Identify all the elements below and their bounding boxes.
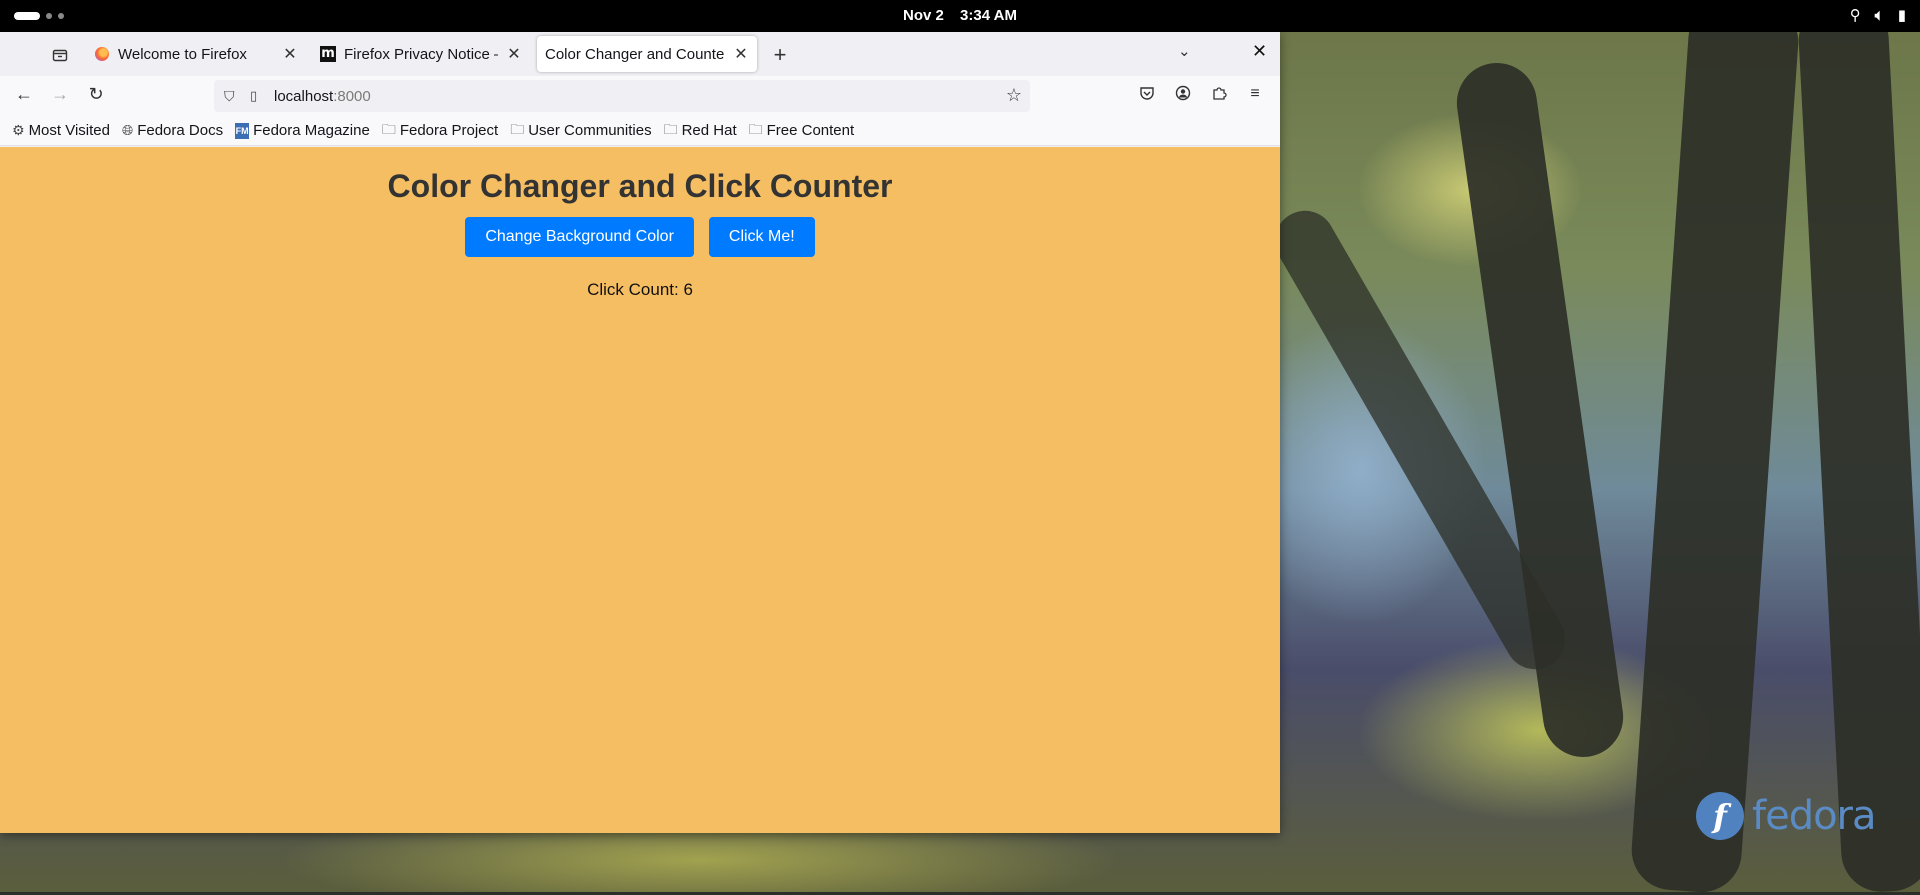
url-text[interactable]: localhost:8000 xyxy=(274,88,371,105)
globe-icon: 🌐︎ xyxy=(122,122,134,138)
change-background-color-button[interactable]: Change Background Color xyxy=(465,217,694,257)
fedora-f-icon: f xyxy=(1696,792,1744,840)
page-info-icon[interactable]: ▯ xyxy=(250,88,266,104)
tab-welcome-to-firefox[interactable]: Welcome to Firefox ✕ xyxy=(86,36,306,72)
bookmark-fedora-magazine[interactable]: FM Fedora Magazine xyxy=(235,122,370,139)
bookmark-most-visited[interactable]: ⚙ Most Visited xyxy=(12,122,110,139)
firefox-view-icon xyxy=(52,49,68,62)
tab-title: Welcome to Firefox xyxy=(118,45,247,63)
bookmark-label: Fedora Docs xyxy=(137,122,224,139)
window-close-icon[interactable]: ✕ xyxy=(1252,41,1267,62)
folder-icon: 🗀 xyxy=(510,120,525,137)
bookmarks-toolbar: ⚙ Most Visited 🌐︎ Fedora Docs FM Fedora … xyxy=(0,116,1280,146)
pocket-icon[interactable] xyxy=(1136,85,1158,106)
folder-icon: 🗀 xyxy=(748,120,763,137)
clock-time: 3:34 AM xyxy=(960,7,1017,24)
tab-title: Firefox Privacy Notice — Mozilla xyxy=(344,45,498,63)
bookmark-star-icon[interactable]: ☆ xyxy=(1006,85,1022,106)
bookmark-folder-red-hat[interactable]: 🗀 Red Hat xyxy=(664,119,737,143)
account-icon[interactable] xyxy=(1172,85,1194,106)
hamburger-menu-icon[interactable]: ≡ xyxy=(1244,85,1266,103)
gear-icon: ⚙ xyxy=(12,122,25,138)
fedora-logo: f fedora xyxy=(1696,790,1877,842)
page-heading: Color Changer and Click Counter xyxy=(387,168,893,204)
close-tab-icon[interactable]: ✕ xyxy=(282,44,298,64)
close-tab-icon[interactable]: ✕ xyxy=(733,44,749,64)
navigation-toolbar: ← → ↻ ⛉ ▯ localhost:8000 ☆ ≡ xyxy=(0,76,1280,116)
mozilla-m-icon: m xyxy=(320,46,336,62)
firefox-icon xyxy=(94,46,110,62)
bookmark-label: Fedora Magazine xyxy=(253,122,370,139)
tracking-protection-shield-icon[interactable]: ⛉ xyxy=(224,88,242,105)
tab-title: Color Changer and Counter xyxy=(545,45,725,63)
fedora-logo-text: fedora xyxy=(1752,793,1877,839)
bookmark-folder-free-content[interactable]: 🗀 Free Content xyxy=(749,119,855,143)
wallpaper-tree xyxy=(1629,0,1801,895)
bookmark-label: Free Content xyxy=(766,122,855,139)
back-arrow-icon[interactable]: ← xyxy=(12,84,36,105)
list-all-tabs-chevron-icon[interactable]: ⌄ xyxy=(1178,42,1191,60)
volume-icon: 🔈︎ xyxy=(1874,6,1884,24)
bookmark-folder-fedora-project[interactable]: 🗀 Fedora Project xyxy=(382,119,498,143)
clock-date: Nov 2 xyxy=(903,7,944,24)
folder-icon: 🗀 xyxy=(663,120,678,137)
button-row: Change Background Color Click Me! xyxy=(0,217,1280,257)
click-me-button[interactable]: Click Me! xyxy=(708,217,815,257)
bookmark-fedora-docs[interactable]: 🌐︎ Fedora Docs xyxy=(122,122,223,139)
click-count-text: Click Count: 6 xyxy=(587,280,693,299)
tab-strip: Welcome to Firefox ✕ m Firefox Privacy N… xyxy=(0,32,1280,76)
network-icon: ⚲ xyxy=(1849,7,1861,24)
bookmark-label: Fedora Project xyxy=(399,122,499,139)
bookmark-folder-user-communities[interactable]: 🗀 User Communities xyxy=(510,119,651,143)
firefox-window: Welcome to Firefox ✕ m Firefox Privacy N… xyxy=(0,32,1280,833)
page-content: Color Changer and Click Counter Change B… xyxy=(0,147,1280,833)
url-port: :8000 xyxy=(333,87,371,105)
folder-icon: 🗀 xyxy=(381,120,396,137)
close-tab-icon[interactable]: ✕ xyxy=(506,44,522,64)
battery-icon: ▮ xyxy=(1897,7,1906,24)
system-top-bar: Nov 2 3:34 AM ⚲ 🔈︎ ▮ xyxy=(0,0,1920,32)
firefox-view-button[interactable] xyxy=(46,42,74,68)
system-tray[interactable]: ⚲ 🔈︎ ▮ xyxy=(1849,6,1906,25)
bookmark-label: Red Hat xyxy=(681,122,737,139)
url-bar[interactable]: ⛉ ▯ localhost:8000 ☆ xyxy=(214,80,1030,112)
reload-icon[interactable]: ↻ xyxy=(84,84,108,105)
fedora-magazine-icon: FM xyxy=(235,122,250,139)
bookmark-label: User Communities xyxy=(528,122,652,139)
new-tab-button[interactable]: + xyxy=(768,42,792,68)
bookmark-label: Most Visited xyxy=(28,122,110,139)
tab-firefox-privacy-notice[interactable]: m Firefox Privacy Notice — Mozilla ✕ xyxy=(312,36,530,72)
clock[interactable]: Nov 2 3:34 AM xyxy=(0,7,1920,24)
extensions-puzzle-icon[interactable] xyxy=(1208,85,1230,106)
tab-color-changer-and-counter[interactable]: Color Changer and Counter ✕ xyxy=(537,36,757,72)
wallpaper-tree xyxy=(1796,0,1920,894)
url-host: localhost xyxy=(274,87,334,105)
forward-arrow-icon[interactable]: → xyxy=(48,84,72,105)
